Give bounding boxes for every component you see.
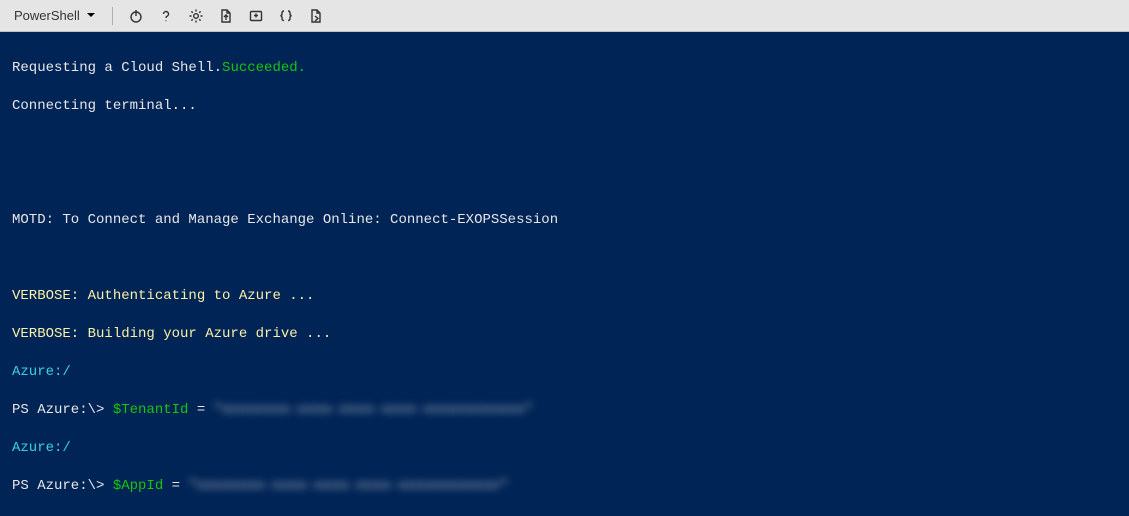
restart-icon[interactable] <box>123 3 149 29</box>
ps-prompt: PS Azure:\> <box>12 478 113 494</box>
azure-path: Azure:/ <box>12 439 1117 458</box>
editor-braces-icon[interactable] <box>273 3 299 29</box>
variable-name: $TenantId <box>113 402 189 418</box>
assign-op: = <box>188 402 213 418</box>
assign-op: = <box>163 478 188 494</box>
motd-text: MOTD: To Connect and Manage Exchange Onl… <box>12 211 1117 230</box>
ps-prompt: PS Azure:\> <box>12 402 113 418</box>
help-icon[interactable] <box>153 3 179 29</box>
new-session-icon[interactable] <box>243 3 269 29</box>
toolbar-divider <box>112 7 113 25</box>
settings-gear-icon[interactable] <box>183 3 209 29</box>
web-preview-icon[interactable] <box>303 3 329 29</box>
terminal-pane[interactable]: Requesting a Cloud Shell.Succeeded. Conn… <box>0 32 1129 516</box>
verbose-line: VERBOSE: Authenticating to Azure ... <box>12 287 1117 306</box>
request-text: Requesting a Cloud Shell. <box>12 60 222 76</box>
variable-name: $AppId <box>113 478 163 494</box>
connecting-text: Connecting terminal... <box>12 97 1117 116</box>
verbose-line: VERBOSE: Building your Azure drive ... <box>12 325 1117 344</box>
redacted-value: "xxxxxxxx-xxxx-xxxx-xxxx-xxxxxxxxxxxx" <box>214 402 533 418</box>
upload-file-icon[interactable] <box>213 3 239 29</box>
azure-path: Azure:/ <box>12 363 1117 382</box>
chevron-down-icon <box>86 8 96 23</box>
cloud-shell-toolbar: PowerShell <box>0 0 1129 32</box>
shell-selector-label: PowerShell <box>14 8 80 23</box>
request-status: Succeeded. <box>222 60 306 76</box>
redacted-value: "xxxxxxxx-xxxx-xxxx-xxxx-xxxxxxxxxxxx" <box>188 478 507 494</box>
shell-selector-dropdown[interactable]: PowerShell <box>8 6 102 25</box>
